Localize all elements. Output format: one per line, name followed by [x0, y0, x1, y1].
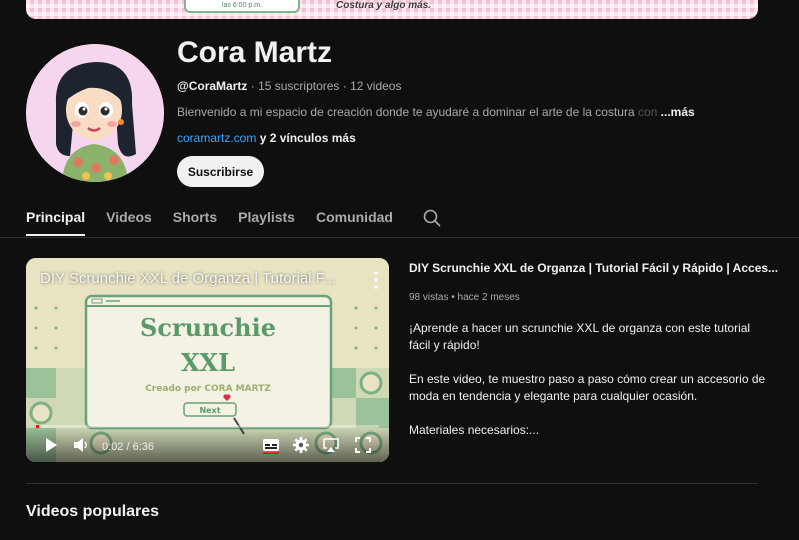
- banner-tagline: Costura y algo más.: [336, 0, 432, 11]
- playback-time: 0:02 / 6:36: [102, 441, 154, 453]
- channel-tabs: Principal Videos Shorts Playlists Comuni…: [26, 208, 442, 236]
- thumb-next-button: Next: [199, 406, 220, 415]
- subtitles-icon[interactable]: [262, 436, 280, 454]
- thumb-title-line1: Scrunchie: [140, 313, 276, 342]
- banner-card-text: las 6:00 p.m.: [221, 2, 263, 9]
- description-more-link[interactable]: ...más: [661, 105, 695, 119]
- featured-video-title[interactable]: DIY Scrunchie XXL de Organza | Tutorial …: [409, 261, 778, 275]
- banner-schedule-card: las 6:00 p.m.: [184, 0, 300, 13]
- play-icon[interactable]: [42, 436, 60, 454]
- tab-comunidad[interactable]: Comunidad: [316, 208, 393, 236]
- description-paragraph: En este video, te muestro paso a paso có…: [409, 372, 766, 403]
- subscribe-button[interactable]: Suscribirse: [177, 156, 264, 187]
- meta-separator: ·: [339, 79, 351, 93]
- video-count: 12 videos: [350, 79, 402, 93]
- tab-videos[interactable]: Videos: [106, 208, 152, 236]
- featured-video-meta: 98 vistas • hace 2 meses: [409, 292, 520, 303]
- description-text: Bienvenido a mi espacio de creación dond…: [177, 105, 635, 119]
- meta-separator: •: [448, 292, 458, 303]
- channel-links: coramartz.com y 2 vínculos más: [177, 131, 356, 145]
- thumb-title-line2: XXL: [181, 348, 235, 377]
- meta-separator: ·: [247, 79, 259, 93]
- popular-videos-heading: Videos populares: [26, 503, 160, 520]
- website-link[interactable]: coramartz.com: [177, 131, 256, 145]
- channel-description[interactable]: Bienvenido a mi espacio de creación dond…: [177, 105, 737, 119]
- channel-meta: @CoraMartz · 15 suscriptores · 12 videos: [177, 79, 401, 93]
- upload-age: hace 2 meses: [457, 292, 520, 303]
- volume-icon[interactable]: [72, 436, 90, 454]
- progress-bar[interactable]: [36, 425, 379, 428]
- featured-video-player[interactable]: Scrunchie XXL Creado por CORA MARTZ Next…: [26, 258, 389, 462]
- featured-video-description[interactable]: ¡Aprende a hacer un scrunchie XXL de org…: [409, 320, 769, 456]
- view-count: 98 vistas: [409, 292, 449, 303]
- kebab-icon[interactable]: [370, 270, 382, 290]
- tab-shorts[interactable]: Shorts: [173, 208, 217, 236]
- description-paragraph: Materiales necesarios:...: [409, 423, 540, 437]
- channel-avatar[interactable]: [26, 44, 164, 182]
- tabs-divider: [0, 237, 799, 238]
- description-fade: con: [634, 105, 658, 119]
- subscriber-count: 15 suscriptores: [258, 79, 340, 93]
- section-divider: [26, 483, 758, 484]
- gear-icon[interactable]: [292, 436, 310, 454]
- channel-name: Cora Martz: [177, 36, 333, 69]
- description-paragraph: ¡Aprende a hacer un scrunchie XXL de org…: [409, 321, 751, 352]
- search-icon[interactable]: [422, 208, 442, 228]
- more-links[interactable]: y 2 vínculos más: [256, 131, 356, 145]
- player-title[interactable]: DIY Scrunchie XXL de Organza | Tutorial …: [40, 270, 340, 287]
- progress-fill: [36, 425, 40, 428]
- avatar-illustration: [26, 44, 164, 182]
- channel-handle: @CoraMartz: [177, 79, 248, 93]
- tab-playlists[interactable]: Playlists: [238, 208, 295, 236]
- airplay-icon[interactable]: [322, 436, 340, 454]
- tab-principal[interactable]: Principal: [26, 208, 86, 236]
- fullscreen-icon[interactable]: [354, 436, 372, 454]
- thumb-credit: Creado por CORA MARTZ: [145, 384, 271, 394]
- channel-banner: las 6:00 p.m. Costura y algo más.: [26, 0, 758, 19]
